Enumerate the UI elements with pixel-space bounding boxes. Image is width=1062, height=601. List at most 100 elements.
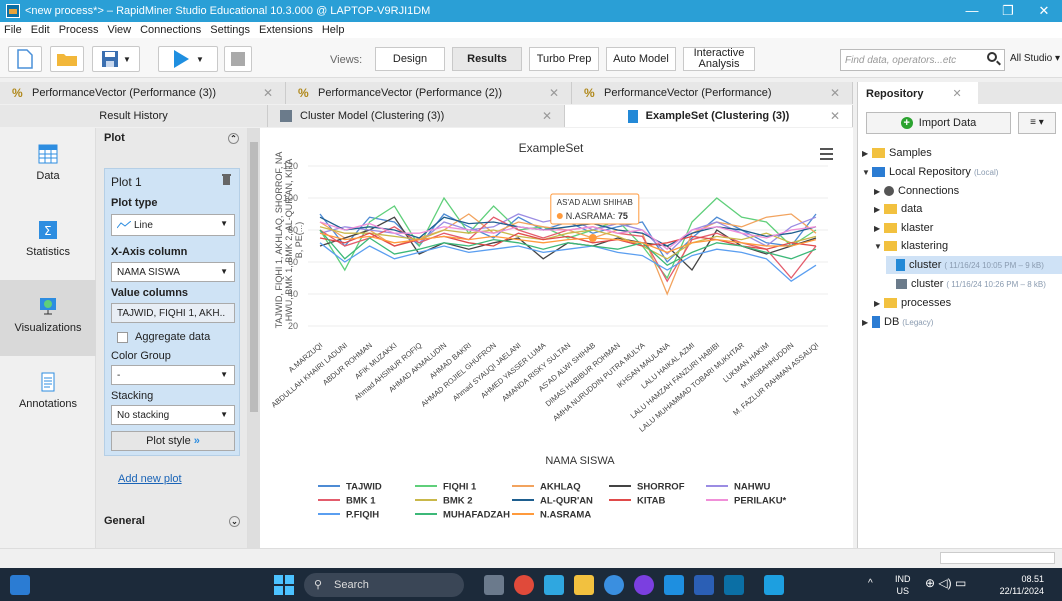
nav-statistics[interactable]: Σ Statistics xyxy=(0,204,96,280)
app-taskbar-icon[interactable] xyxy=(764,575,784,595)
scrollbar-thumb[interactable] xyxy=(250,142,258,412)
file-explorer-icon[interactable] xyxy=(574,575,594,595)
aggregate-checkbox[interactable] xyxy=(117,332,128,343)
tab-performance-3[interactable]: % PerformanceVector (Performance (3)) ✕ xyxy=(0,82,286,104)
color-group-select[interactable]: - ▼ xyxy=(111,365,235,385)
run-button[interactable]: ▼ xyxy=(158,46,218,72)
tab-cluster-model[interactable]: Cluster Model (Clustering (3)) ✕ xyxy=(268,105,565,127)
search-scope-dropdown[interactable]: All Studio ▾ xyxy=(1010,53,1060,64)
tree-expand-icon[interactable]: ▼ xyxy=(874,242,884,251)
repository-menu-button[interactable]: ≡ ▾ xyxy=(1018,112,1056,134)
close-icon[interactable]: ✕ xyxy=(542,109,552,123)
tree-expand-icon[interactable]: ▼ xyxy=(862,168,872,177)
menu-edit[interactable]: Edit xyxy=(31,24,50,36)
close-icon[interactable]: ✕ xyxy=(830,109,840,123)
annotations-icon xyxy=(41,372,55,392)
repository-tab[interactable]: Repository ✕ xyxy=(858,82,978,104)
close-icon[interactable]: ✕ xyxy=(549,86,559,100)
menu-extensions[interactable]: Extensions xyxy=(259,24,313,36)
chevron-up-icon[interactable]: ^ xyxy=(868,578,873,589)
tree-expand-icon[interactable]: ▶ xyxy=(874,205,884,214)
tab-performance-2[interactable]: % PerformanceVector (Performance (2)) ✕ xyxy=(286,82,572,104)
menu-view[interactable]: View xyxy=(107,24,131,36)
taskbar-search[interactable]: ⚲ Search xyxy=(304,573,464,597)
close-window-button[interactable]: ✕ xyxy=(1026,3,1062,19)
value-columns-field[interactable]: TAJWID, FIQHI 1, AKH.. xyxy=(111,303,235,323)
windows-start-icon[interactable] xyxy=(274,575,294,595)
maximize-button[interactable]: ❐ xyxy=(990,3,1026,19)
trash-icon[interactable] xyxy=(222,174,231,185)
tree-expand-icon[interactable]: ▶ xyxy=(862,149,872,158)
tab-result-history[interactable]: Result History xyxy=(0,105,268,127)
menu-process[interactable]: Process xyxy=(59,24,99,36)
tree-expand-icon[interactable]: ▶ xyxy=(874,187,884,196)
close-icon[interactable]: ✕ xyxy=(830,86,840,100)
repo-tree-item[interactable]: cluster( 11/16/24 10:05 PM – 9 kB) xyxy=(886,256,1062,274)
view-turbo-prep[interactable]: Turbo Prep xyxy=(529,47,599,71)
menu-connections[interactable]: Connections xyxy=(140,24,201,36)
tree-label: klaster xyxy=(901,222,934,234)
plot-style-button[interactable]: Plot style » xyxy=(111,431,235,451)
import-data-button[interactable]: + Import Data xyxy=(866,112,1011,134)
config-scrollbar[interactable] xyxy=(248,128,260,548)
edge-icon[interactable] xyxy=(604,575,624,595)
nav-data[interactable]: Data xyxy=(0,128,96,204)
view-interactive-analysis[interactable]: Interactive Analysis xyxy=(683,47,755,71)
vscode-icon[interactable] xyxy=(664,575,684,595)
view-design[interactable]: Design xyxy=(375,47,445,71)
tree-expand-icon[interactable]: ▶ xyxy=(862,318,872,327)
stop-button[interactable] xyxy=(224,46,252,72)
task-view-icon[interactable] xyxy=(484,575,504,595)
repo-tree-item[interactable]: ▶ Samples xyxy=(862,144,932,162)
widgets-icon[interactable] xyxy=(10,575,30,595)
language-indicator[interactable]: IND US xyxy=(895,573,911,597)
menu-settings[interactable]: Settings xyxy=(210,24,250,36)
taskbar-clock[interactable]: 08.51 22/11/2024 xyxy=(1000,573,1044,597)
nav-visualizations[interactable]: Visualizations xyxy=(0,280,96,356)
plot-type-select[interactable]: Line ▼ xyxy=(111,214,235,236)
tab-exampleset[interactable]: ExampleSet (Clustering (3)) ✕ xyxy=(565,105,853,127)
view-auto-model[interactable]: Auto Model xyxy=(606,47,676,71)
tab-performance[interactable]: % PerformanceVector (Performance) ✕ xyxy=(572,82,853,104)
close-icon[interactable]: ✕ xyxy=(953,88,962,100)
view-results[interactable]: Results xyxy=(452,47,522,71)
repo-tree-item[interactable]: ▶ processes xyxy=(874,294,951,312)
run-dropdown-icon[interactable]: ▼ xyxy=(196,55,204,64)
repo-tree-item[interactable]: ▶ klaster xyxy=(874,219,933,237)
media-player-icon[interactable] xyxy=(634,575,654,595)
repo-tree-item[interactable]: ▶ Connections xyxy=(874,182,959,200)
general-section-header[interactable]: General ⌄ xyxy=(96,511,248,531)
repo-tree-item[interactable]: cluster( 11/16/24 10:26 PM – 8 kB) xyxy=(886,275,1046,293)
chrome-icon[interactable] xyxy=(514,575,534,595)
minimize-button[interactable]: — xyxy=(954,3,990,19)
menu-file[interactable]: File xyxy=(4,24,22,36)
repo-tree-item[interactable]: ▶ DB (Legacy) xyxy=(862,313,933,331)
search-icon[interactable] xyxy=(987,52,997,62)
repo-tree-item[interactable]: ▼ klastering xyxy=(874,237,948,255)
global-search-input[interactable] xyxy=(840,49,1005,71)
close-icon[interactable]: ✕ xyxy=(263,86,273,100)
copilot-icon[interactable] xyxy=(544,575,564,595)
plot-section-header[interactable]: Plot ⌃ xyxy=(96,128,247,148)
tooltip-series-dot xyxy=(556,213,563,219)
tree-expand-icon[interactable]: ▶ xyxy=(874,299,884,308)
expand-icon[interactable]: ⌄ xyxy=(229,515,240,527)
word-icon[interactable] xyxy=(694,575,714,595)
stacking-select[interactable]: No stacking ▼ xyxy=(111,405,235,425)
x-axis-select[interactable]: NAMA SISWA ▼ xyxy=(111,262,235,282)
collapse-icon[interactable]: ⌃ xyxy=(228,132,239,144)
add-new-plot-link[interactable]: Add new plot xyxy=(118,473,182,485)
save-dropdown-icon[interactable]: ▼ xyxy=(123,55,131,64)
open-process-button[interactable] xyxy=(50,46,84,72)
rapidminer-taskbar-icon[interactable] xyxy=(724,575,744,595)
save-button[interactable]: ▼ xyxy=(92,46,140,72)
menu-help[interactable]: Help xyxy=(322,24,345,36)
repo-tree-item[interactable]: ▼ Local Repository (Local) xyxy=(862,163,998,181)
repo-tree-item[interactable]: ▶ data xyxy=(874,200,922,218)
network-volume-battery-icons[interactable]: ⊕ ◁) ▭ xyxy=(925,576,966,590)
new-process-button[interactable] xyxy=(8,46,42,72)
legend-label: P.FIQIH xyxy=(346,510,379,521)
nav-annotations[interactable]: Annotations xyxy=(0,356,96,432)
tree-expand-icon[interactable]: ▶ xyxy=(874,224,884,233)
chart-menu-icon[interactable] xyxy=(820,148,833,163)
